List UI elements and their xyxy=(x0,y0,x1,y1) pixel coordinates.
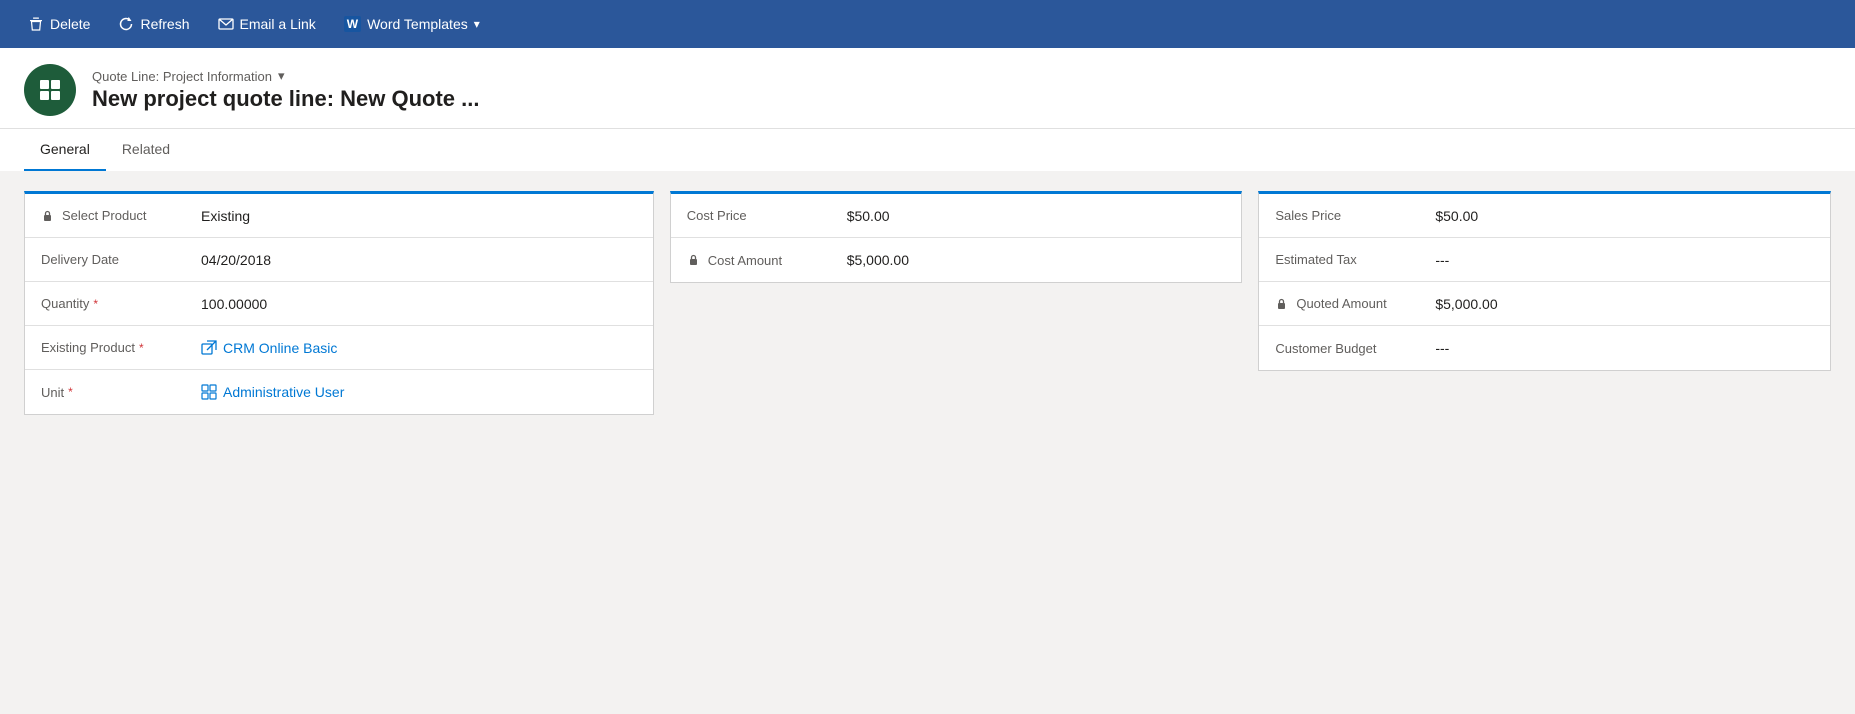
refresh-icon xyxy=(118,16,134,32)
estimated-tax-label: Estimated Tax xyxy=(1275,252,1435,267)
existing-product-value[interactable]: CRM Online Basic xyxy=(201,340,637,356)
table-row: Cost Amount $5,000.00 xyxy=(671,238,1242,282)
main-content: Select Product Existing Delivery Date 04… xyxy=(0,171,1855,709)
sales-price-value: $50.00 xyxy=(1435,208,1814,224)
word-templates-label: Word Templates xyxy=(367,16,468,32)
table-row: Estimated Tax --- xyxy=(1259,238,1830,282)
sales-price-label: Sales Price xyxy=(1275,208,1435,223)
quoted-amount-value: $5,000.00 xyxy=(1435,296,1814,312)
page-title: New project quote line: New Quote ... xyxy=(92,86,479,112)
breadcrumb-chevron-icon: ▾ xyxy=(278,68,285,84)
table-row: Delivery Date 04/20/2018 xyxy=(25,238,653,282)
tab-related[interactable]: Related xyxy=(106,129,186,171)
table-row: Quantity * 100.00000 xyxy=(25,282,653,326)
refresh-label: Refresh xyxy=(140,16,189,32)
table-row: Sales Price $50.00 xyxy=(1259,194,1830,238)
existing-product-label: Existing Product * xyxy=(41,340,201,355)
email-link-label: Email a Link xyxy=(240,16,316,32)
delete-icon xyxy=(28,16,44,32)
estimated-tax-value: --- xyxy=(1435,252,1814,268)
email-link-button[interactable]: Email a Link xyxy=(206,10,328,38)
word-icon: W xyxy=(344,16,361,32)
breadcrumb[interactable]: Quote Line: Project Information ▾ xyxy=(92,68,479,84)
left-card: Select Product Existing Delivery Date 04… xyxy=(24,191,654,415)
quantity-value: 100.00000 xyxy=(201,296,637,312)
delete-label: Delete xyxy=(50,16,90,32)
word-templates-button[interactable]: W Word Templates ▾ xyxy=(332,10,492,38)
existing-product-required: * xyxy=(139,341,144,355)
table-row: Existing Product * CRM Online Basic xyxy=(25,326,653,370)
customer-budget-label: Customer Budget xyxy=(1275,341,1435,356)
entity-icon xyxy=(24,64,76,116)
tab-general[interactable]: General xyxy=(24,129,106,171)
toolbar: Delete Refresh Email a Link W Word Templ… xyxy=(0,0,1855,48)
cost-price-value: $50.00 xyxy=(847,208,1226,224)
quantity-label: Quantity * xyxy=(41,296,201,311)
table-row: Unit * Administrative User xyxy=(25,370,653,414)
unit-required: * xyxy=(68,385,73,399)
tabs-area: General Related xyxy=(0,129,1855,171)
quoted-amount-label: Quoted Amount xyxy=(1275,296,1435,311)
select-product-label: Select Product xyxy=(41,208,201,223)
unit-value[interactable]: Administrative User xyxy=(201,384,637,400)
table-row: Select Product Existing xyxy=(25,194,653,238)
delivery-date-value: 04/20/2018 xyxy=(201,252,637,268)
middle-card: Cost Price $50.00 Cost Amount $5,000.00 xyxy=(670,191,1243,283)
refresh-button[interactable]: Refresh xyxy=(106,10,201,38)
table-row: Customer Budget --- xyxy=(1259,326,1830,370)
quantity-required: * xyxy=(93,297,98,311)
delete-button[interactable]: Delete xyxy=(16,10,102,38)
header-area: Quote Line: Project Information ▾ New pr… xyxy=(0,48,1855,129)
right-card: Sales Price $50.00 Estimated Tax --- Quo… xyxy=(1258,191,1831,371)
unit-label: Unit * xyxy=(41,385,201,400)
email-icon xyxy=(218,16,234,32)
select-product-value: Existing xyxy=(201,208,637,224)
cost-amount-value: $5,000.00 xyxy=(847,252,1226,268)
customer-budget-value: --- xyxy=(1435,340,1814,356)
cost-amount-label: Cost Amount xyxy=(687,253,847,268)
dropdown-icon: ▾ xyxy=(474,17,480,31)
cards-row: Select Product Existing Delivery Date 04… xyxy=(24,191,1831,415)
delivery-date-label: Delivery Date xyxy=(41,252,201,267)
table-row: Quoted Amount $5,000.00 xyxy=(1259,282,1830,326)
cost-price-label: Cost Price xyxy=(687,208,847,223)
table-row: Cost Price $50.00 xyxy=(671,194,1242,238)
